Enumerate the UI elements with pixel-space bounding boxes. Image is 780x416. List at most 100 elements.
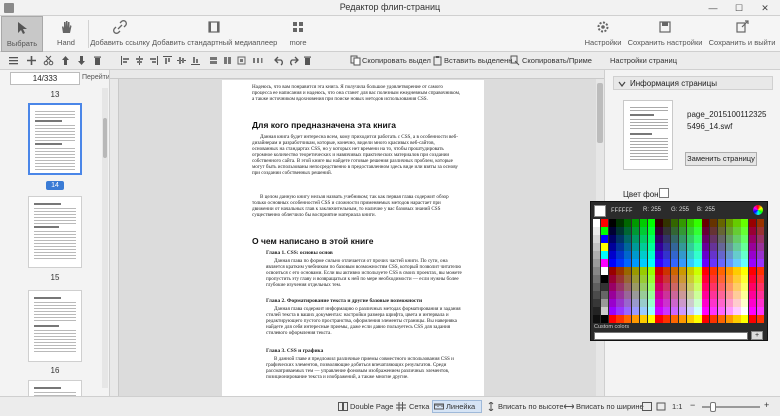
color-swatch[interactable]: [733, 299, 741, 307]
color-swatch[interactable]: [749, 243, 757, 251]
zoom-ratio[interactable]: 1:1: [672, 402, 682, 411]
color-swatch[interactable]: [616, 299, 624, 307]
color-swatch[interactable]: [671, 275, 679, 283]
color-swatch[interactable]: [663, 267, 671, 275]
copy-icon[interactable]: [350, 55, 361, 66]
close-button[interactable]: ✕: [754, 1, 776, 15]
color-swatch[interactable]: [632, 251, 640, 259]
color-swatch[interactable]: [639, 259, 648, 267]
color-swatch[interactable]: [702, 235, 710, 243]
color-swatch[interactable]: [678, 243, 687, 251]
color-swatch[interactable]: [702, 275, 710, 283]
color-swatch[interactable]: [741, 315, 749, 323]
color-swatch[interactable]: [749, 267, 757, 275]
copy-apply-button[interactable]: Скопировать/Приме: [522, 56, 592, 65]
color-swatch[interactable]: [663, 275, 671, 283]
color-swatch[interactable]: [671, 251, 679, 259]
color-swatch[interactable]: [702, 219, 710, 227]
color-swatch[interactable]: [632, 267, 640, 275]
redo-icon[interactable]: [288, 55, 299, 66]
color-swatch[interactable]: [632, 235, 640, 243]
color-swatch[interactable]: [655, 267, 663, 275]
color-swatch[interactable]: [702, 307, 710, 315]
color-swatch[interactable]: [600, 307, 609, 315]
g-value[interactable]: 255: [679, 207, 689, 213]
color-swatch[interactable]: [749, 235, 757, 243]
custom-colors-row[interactable]: [594, 332, 748, 340]
color-swatch[interactable]: [593, 219, 601, 227]
color-swatch[interactable]: [741, 259, 749, 267]
color-swatch[interactable]: [702, 299, 710, 307]
color-swatch[interactable]: [710, 227, 718, 235]
color-swatch[interactable]: [663, 219, 671, 227]
color-swatch[interactable]: [639, 251, 648, 259]
color-swatch[interactable]: [632, 291, 640, 299]
color-swatch[interactable]: [686, 283, 694, 291]
fit-width-icon[interactable]: [564, 402, 574, 411]
color-swatch[interactable]: [616, 315, 624, 323]
page-number-input[interactable]: 14/333: [10, 72, 80, 85]
thumbnail-page-14[interactable]: [28, 103, 82, 175]
align-bottom-icon[interactable]: [190, 55, 201, 66]
b-value[interactable]: 255: [705, 207, 715, 213]
color-swatch[interactable]: [639, 299, 648, 307]
color-swatch[interactable]: [600, 291, 609, 299]
thumbnail-page-16[interactable]: [28, 290, 82, 362]
align-top-icon[interactable]: [162, 55, 173, 66]
color-swatch[interactable]: [608, 219, 616, 227]
color-swatch[interactable]: [756, 219, 765, 227]
color-swatch[interactable]: [710, 235, 718, 243]
color-swatch[interactable]: [632, 299, 640, 307]
color-swatch[interactable]: [647, 251, 655, 259]
color-swatch[interactable]: [694, 307, 702, 315]
color-swatch[interactable]: [655, 275, 663, 283]
color-swatch[interactable]: [616, 267, 624, 275]
color-swatch[interactable]: [717, 291, 726, 299]
bg-color-swatch[interactable]: [659, 188, 669, 198]
color-swatch[interactable]: [694, 315, 702, 323]
copy-apply-icon[interactable]: [510, 55, 521, 66]
color-swatch[interactable]: [655, 219, 663, 227]
color-swatch[interactable]: [655, 291, 663, 299]
color-swatch[interactable]: [593, 243, 601, 251]
color-swatch[interactable]: [725, 219, 733, 227]
color-swatch[interactable]: [639, 291, 648, 299]
color-swatch[interactable]: [733, 291, 741, 299]
color-swatch[interactable]: [608, 227, 616, 235]
color-swatch[interactable]: [655, 259, 663, 267]
color-swatch[interactable]: [593, 299, 601, 307]
fit-width-button[interactable]: Вписать по ширине: [576, 402, 644, 411]
color-swatch[interactable]: [624, 259, 632, 267]
color-swatch[interactable]: [733, 267, 741, 275]
thumbnail-page-15[interactable]: [28, 196, 82, 268]
color-swatch[interactable]: [749, 283, 757, 291]
color-swatch[interactable]: [756, 259, 765, 267]
color-swatch[interactable]: [694, 251, 702, 259]
color-swatch[interactable]: [686, 307, 694, 315]
color-swatch[interactable]: [632, 275, 640, 283]
color-swatch[interactable]: [616, 251, 624, 259]
color-swatch[interactable]: [639, 283, 648, 291]
color-swatch[interactable]: [593, 283, 601, 291]
color-swatch[interactable]: [725, 267, 733, 275]
color-swatch[interactable]: [639, 243, 648, 251]
color-swatch[interactable]: [678, 299, 687, 307]
color-swatch[interactable]: [616, 291, 624, 299]
select-tool-button[interactable]: Выбрать: [1, 16, 43, 52]
thumbnail-page-17[interactable]: [28, 380, 82, 396]
zoom-in-button[interactable]: +: [764, 400, 769, 410]
color-swatch[interactable]: [725, 283, 733, 291]
color-swatch[interactable]: [671, 235, 679, 243]
color-swatch[interactable]: [702, 315, 710, 323]
color-swatch[interactable]: [717, 219, 726, 227]
color-swatch[interactable]: [632, 259, 640, 267]
minimize-button[interactable]: —: [702, 1, 724, 15]
add-custom-color-button[interactable]: +: [751, 331, 763, 340]
color-swatch[interactable]: [749, 227, 757, 235]
color-swatch[interactable]: [600, 315, 609, 323]
color-swatch[interactable]: [725, 299, 733, 307]
color-swatch[interactable]: [671, 227, 679, 235]
color-swatch[interactable]: [694, 235, 702, 243]
color-swatch[interactable]: [600, 227, 609, 235]
color-swatch[interactable]: [663, 227, 671, 235]
